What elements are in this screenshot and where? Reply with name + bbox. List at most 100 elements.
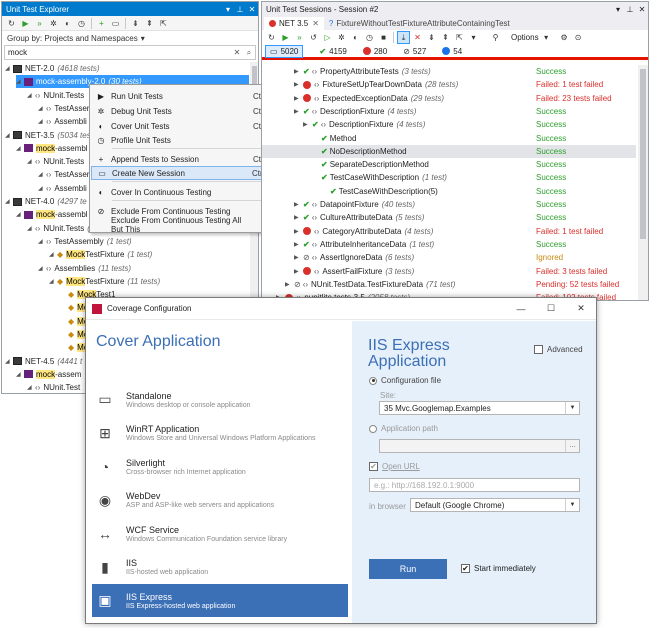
tree-item[interactable]: ◢ ‹› Assembli	[38, 115, 87, 128]
passed-stat[interactable]: ✔ 4159	[319, 47, 347, 56]
session-row[interactable]: ✔ NoDescriptionMethod Success	[262, 144, 636, 158]
expand-triangle-icon[interactable]: ◢	[5, 358, 13, 365]
expand-triangle-icon[interactable]: ◢	[16, 145, 24, 152]
refresh-icon[interactable]: ↻	[265, 31, 278, 44]
tree-item[interactable]: ◢ mock-assembl	[16, 208, 88, 221]
cover-icon[interactable]: ◐	[61, 17, 74, 30]
expand-all-icon[interactable]: ⇟	[425, 31, 438, 44]
advanced-checkbox[interactable]: Advanced	[534, 345, 583, 355]
tree-item[interactable]: ◢ ‹› NUnit.Tests	[27, 155, 84, 168]
expand-triangle-icon[interactable]: ◢	[5, 198, 13, 205]
tree-item[interactable]: ◢ ‹› TestAssem	[38, 102, 93, 115]
session-row[interactable]: ✔ Method Success	[262, 132, 636, 145]
expand-triangle-icon[interactable]: ▶	[294, 268, 303, 275]
run-button[interactable]: Run	[369, 559, 447, 579]
session-row[interactable]: ✔ SeparateDescriptionMethod Success	[262, 158, 636, 171]
expand-triangle-icon[interactable]: ◢	[38, 105, 46, 112]
browse-button[interactable]: …	[565, 440, 579, 452]
expand-triangle-icon[interactable]: ▶	[294, 228, 303, 235]
session-row[interactable]: ▶ ✔ ‹› CultureAttributeData (5 tests) Success	[262, 211, 636, 224]
tree-item[interactable]: ◢ NET-2.0 (4618 tests)	[5, 62, 100, 75]
debug-icon[interactable]: ✲	[47, 17, 60, 30]
expand-triangle-icon[interactable]: ▶	[303, 121, 312, 128]
chevron-down-icon[interactable]: ▾	[222, 5, 234, 14]
tree-item[interactable]: ◢ ◆ MockTestFixture (11 tests)	[49, 275, 160, 288]
app-type-iis[interactable]: ▮ IIS IIS-hosted web application	[92, 551, 348, 584]
close-icon[interactable]: ✕	[246, 5, 258, 14]
export-icon[interactable]: ⇱	[157, 17, 170, 30]
session-row[interactable]: ▶ ⊘ ‹› NUnit.TestData.TestFixtureData (71 te…	[262, 278, 636, 291]
expand-triangle-icon[interactable]: ▶	[294, 214, 303, 221]
tree-item[interactable]: ◢ mock-assembl	[16, 142, 88, 155]
expand-triangle-icon[interactable]: ▶	[285, 281, 294, 288]
total-tests-stat[interactable]: ▭ 5020	[265, 44, 304, 58]
expand-triangle-icon[interactable]: ▶	[294, 241, 303, 248]
tree-item[interactable]: ◢ ‹› TestAssembly (1 test)	[38, 235, 132, 248]
pin-icon[interactable]: ⊥	[624, 5, 636, 14]
expand-triangle-icon[interactable]: ◢	[38, 238, 46, 245]
debug-icon[interactable]: ✲	[335, 31, 348, 44]
url-input[interactable]: e.g.: http://168.192.0.1:9000	[369, 478, 580, 492]
tree-item[interactable]: ◢ ‹› TestAssem	[38, 168, 93, 181]
site-select[interactable]: 35 Mvc.Googlemap.Examples ▼	[379, 401, 580, 415]
search-icon[interactable]: ⌕	[243, 48, 255, 58]
collapse-all-icon[interactable]: ⇞	[439, 31, 452, 44]
session-row[interactable]: ▶ ✔ ‹› DatapointFixture (40 tests) Success	[262, 198, 636, 211]
tree-item[interactable]: ◢ ◆ MockTestFixture (1 test)	[49, 248, 152, 261]
expand-triangle-icon[interactable]: ◢	[27, 225, 35, 232]
filter-icon[interactable]: ⚲	[489, 31, 502, 44]
expand-triangle-icon[interactable]: ◢	[5, 65, 13, 72]
failed-stat[interactable]: 280	[362, 47, 387, 56]
clear-icon[interactable]: ✕	[411, 31, 424, 44]
tree-item[interactable]: ◢ NET-3.5 (5034 tes	[5, 129, 91, 142]
maximize-icon[interactable]: ☐	[536, 303, 566, 314]
tree-item[interactable]: ◢ ‹› Assembli	[38, 182, 87, 195]
track-icon[interactable]: ⤓	[397, 31, 410, 44]
sessions-scrollbar[interactable]	[638, 65, 648, 300]
session-row[interactable]: ✔ TestCaseWithDescription(5) Success	[262, 185, 636, 198]
app-type-winrt-application[interactable]: ⊞ WinRT Application Windows Store and Univ…	[92, 417, 348, 450]
cover-icon[interactable]: ◐	[349, 31, 362, 44]
run-icon[interactable]: ▷	[321, 31, 334, 44]
session-row[interactable]: ▶ ⊘ ‹› AssertIgnoreData (6 tests) Ignored	[262, 251, 636, 264]
session-row[interactable]: ✔ TestCaseWithDescription (1 test) Success	[262, 171, 636, 184]
run-icon[interactable]: ▶	[279, 31, 292, 44]
expand-triangle-icon[interactable]: ▶	[294, 201, 303, 208]
tree-item[interactable]: ◢ ‹› NUnit.Test	[27, 381, 80, 393]
app-type-silverlight[interactable]: ◔ Silverlight Cross-browser rich Internet …	[92, 450, 348, 483]
session-row[interactable]: ▶ ‹› FixtureSetUpTearDownData (28 tests) Fai…	[262, 78, 636, 91]
tree-item[interactable]: ◢ NET-4.0 (4297 te	[5, 195, 87, 208]
run-all-icon[interactable]: »	[33, 17, 46, 30]
browser-select[interactable]: Default (Google Chrome) ▼	[410, 498, 580, 512]
repeat-icon[interactable]: ↺	[307, 31, 320, 44]
collapse-all-icon[interactable]: ⇞	[143, 17, 156, 30]
expand-triangle-icon[interactable]: ◢	[16, 371, 24, 378]
session-row[interactable]: ▶ ‹› ExpectedExceptionData (29 tests) Failed…	[262, 92, 636, 105]
chevron-down-icon[interactable]: ▾	[467, 31, 480, 44]
expand-triangle-icon[interactable]: ◢	[38, 118, 46, 125]
stop-icon[interactable]: ■	[377, 31, 390, 44]
application-path-input[interactable]: …	[379, 439, 580, 453]
tab-fixture[interactable]: ? FixtureWithoutTestFixtureAttributeCont…	[324, 17, 515, 30]
expand-triangle-icon[interactable]: ◢	[16, 78, 24, 85]
tree-item[interactable]: ◢ NET-4.5 (4441 t	[5, 355, 82, 368]
app-type-windows-service[interactable]: ✿Windows Service.NET Windows service	[92, 618, 348, 624]
application-path-radio[interactable]: Application path	[369, 424, 438, 433]
expand-triangle-icon[interactable]: ◢	[16, 211, 24, 218]
session-row[interactable]: ▶ ✔ ‹› DescriptionFixture (4 tests) Success	[262, 105, 636, 118]
chevron-down-icon[interactable]: ▾	[612, 5, 624, 14]
profile-icon[interactable]: ◷	[363, 31, 376, 44]
tab-net35[interactable]: NET 3.5 ✕	[264, 17, 324, 30]
expand-triangle-icon[interactable]: ▶	[294, 68, 303, 75]
pin-icon[interactable]: ⊥	[234, 5, 246, 14]
start-immediately-checkbox[interactable]: ✔ Start immediately	[461, 564, 536, 574]
search-input[interactable]: mock ✕ ⌕	[4, 45, 256, 60]
app-type-iis-express[interactable]: ▣ IIS Express IIS Express-hosted web appli…	[92, 584, 348, 617]
app-type-wcf-service[interactable]: ↔ WCF Service Windows Communication Founda…	[92, 517, 348, 550]
session-row[interactable]: ▶ ✔ ‹› PropertyAttributeTests (3 tests) Succe…	[262, 65, 636, 78]
expand-triangle-icon[interactable]: ◢	[49, 251, 57, 258]
expand-triangle-icon[interactable]: ◢	[38, 265, 46, 272]
expand-triangle-icon[interactable]: ◢	[27, 92, 35, 99]
app-type-webdev[interactable]: ◉ WebDev ASP and ASP-like web servers and …	[92, 484, 348, 517]
expand-triangle-icon[interactable]: ◢	[27, 384, 35, 391]
